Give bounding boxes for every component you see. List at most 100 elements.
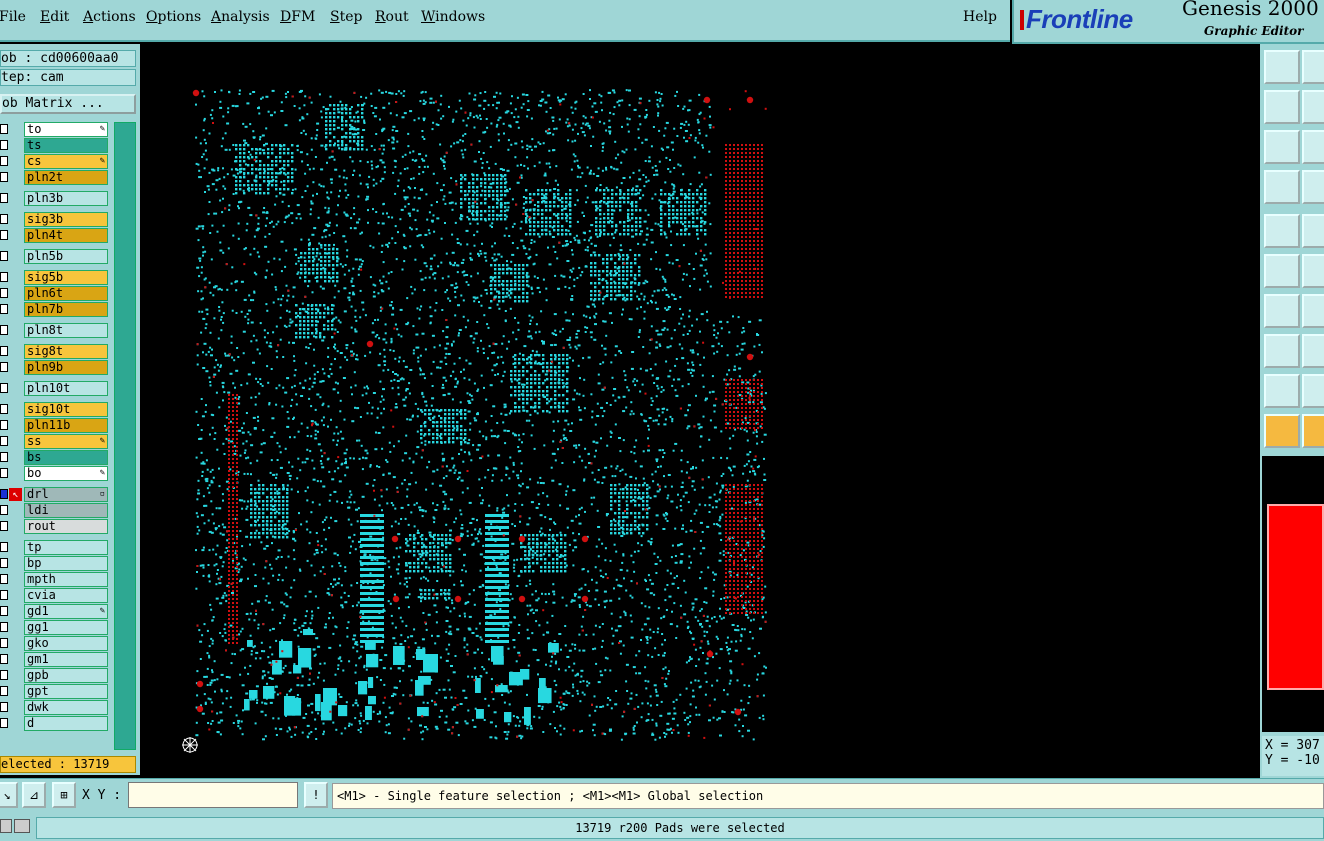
layer-name[interactable]: gg1 bbox=[24, 620, 108, 635]
menu-file[interactable]: File bbox=[0, 9, 26, 25]
layer-name[interactable]: pln6t bbox=[24, 286, 108, 301]
pcb-board-view[interactable] bbox=[140, 44, 1260, 778]
triangle-icon[interactable] bbox=[1264, 374, 1300, 408]
layer-checkbox[interactable] bbox=[0, 489, 8, 499]
layer-checkbox[interactable] bbox=[0, 214, 8, 224]
layer-name[interactable]: cvia bbox=[24, 588, 108, 603]
layer-checkbox[interactable] bbox=[0, 468, 8, 478]
layer-row-bp[interactable]: bp bbox=[0, 556, 112, 571]
layer-checkbox[interactable] bbox=[0, 288, 8, 298]
job-matrix-button[interactable]: ob Matrix ... bbox=[0, 94, 136, 114]
layer-row-tp[interactable]: tp bbox=[0, 540, 112, 555]
layer-checkbox[interactable] bbox=[0, 346, 8, 356]
measure-icon[interactable]: ⊿ bbox=[22, 782, 46, 808]
layer-name[interactable]: bp bbox=[24, 556, 108, 571]
layer-row-bo[interactable]: bo ✎ bbox=[0, 466, 112, 481]
layer-checkbox[interactable] bbox=[0, 606, 8, 616]
settings-icon[interactable] bbox=[1264, 170, 1300, 204]
layer-name[interactable]: pln8t bbox=[24, 323, 108, 338]
diag-icon[interactable] bbox=[1302, 294, 1324, 328]
layer-row-pln11b[interactable]: pln11b bbox=[0, 418, 112, 433]
layer-checkbox[interactable] bbox=[0, 505, 8, 515]
layer-checkbox[interactable] bbox=[0, 622, 8, 632]
layer-name[interactable]: ss ✎ bbox=[24, 434, 108, 449]
layer-name[interactable]: sig8t bbox=[24, 344, 108, 359]
layer-name[interactable]: gko bbox=[24, 636, 108, 651]
menu-help[interactable]: Help bbox=[963, 9, 997, 25]
layer-checkbox[interactable] bbox=[0, 686, 8, 696]
layer-name[interactable]: gpt bbox=[24, 684, 108, 699]
layer-checkbox[interactable] bbox=[0, 251, 8, 261]
layer-name[interactable]: gd1 ✎ bbox=[24, 604, 108, 619]
layer-name[interactable]: pln5b bbox=[24, 249, 108, 264]
layer-name[interactable]: sig5b bbox=[24, 270, 108, 285]
arrow-icon[interactable]: ↘ bbox=[0, 782, 18, 808]
layer-name[interactable]: bo ✎ bbox=[24, 466, 108, 481]
layer-row-sig3b[interactable]: sig3b bbox=[0, 212, 112, 227]
layer-row-pln8t[interactable]: pln8t bbox=[0, 323, 112, 338]
line-icon[interactable] bbox=[1264, 294, 1300, 328]
menu-step[interactable]: Step bbox=[330, 9, 362, 25]
layer-name[interactable]: pln7b bbox=[24, 302, 108, 317]
layer-checkbox[interactable] bbox=[0, 272, 8, 282]
layer-name[interactable]: pln11b bbox=[24, 418, 108, 433]
layer-row-cs[interactable]: cs ✎ bbox=[0, 154, 112, 169]
layer-name[interactable]: gpb bbox=[24, 668, 108, 683]
record-icon[interactable] bbox=[1302, 170, 1324, 204]
layer-row-mpth[interactable]: mpth bbox=[0, 572, 112, 587]
layer-name[interactable]: mpth bbox=[24, 572, 108, 587]
layer-row-sig5b[interactable]: sig5b bbox=[0, 270, 112, 285]
layer-checkbox[interactable] bbox=[0, 452, 8, 462]
layer-name[interactable]: pln2t bbox=[24, 170, 108, 185]
layer-row-ts[interactable]: ts bbox=[0, 138, 112, 153]
layer-name[interactable]: pln4t bbox=[24, 228, 108, 243]
move-left-icon[interactable] bbox=[1264, 90, 1300, 124]
layer-row-gg1[interactable]: gg1 bbox=[0, 620, 112, 635]
layer-row-ss[interactable]: ss ✎ bbox=[0, 434, 112, 449]
frame-icon[interactable] bbox=[1302, 90, 1324, 124]
layer-checkbox[interactable] bbox=[0, 140, 8, 150]
xy-input[interactable] bbox=[128, 782, 298, 808]
layer-row-ldi[interactable]: ldi bbox=[0, 503, 112, 518]
window-icon[interactable] bbox=[1302, 50, 1324, 84]
copy-icon[interactable] bbox=[1264, 50, 1300, 84]
layer-name[interactable]: pln9b bbox=[24, 360, 108, 375]
layer-name[interactable]: d bbox=[24, 716, 108, 731]
layer-name[interactable]: pln3b bbox=[24, 191, 108, 206]
layer-row-drl[interactable]: ↖ drl ▫ bbox=[0, 487, 112, 502]
menu-options[interactable]: Options bbox=[146, 9, 201, 25]
layer-row-sig8t[interactable]: sig8t bbox=[0, 344, 112, 359]
layer-checkbox[interactable] bbox=[0, 193, 8, 203]
layer-checkbox[interactable] bbox=[0, 558, 8, 568]
layer-checkbox[interactable] bbox=[0, 124, 8, 134]
arc-icon[interactable] bbox=[1302, 214, 1324, 248]
cross-icon[interactable] bbox=[1302, 254, 1324, 288]
layer-row-gpt[interactable]: gpt bbox=[0, 684, 112, 699]
layer-checkbox[interactable] bbox=[0, 542, 8, 552]
layer-row-pln10t[interactable]: pln10t bbox=[0, 381, 112, 396]
graphic-canvas[interactable] bbox=[140, 44, 1260, 778]
menu-rout[interactable]: Rout bbox=[375, 9, 409, 25]
layer-row-to[interactable]: to ✎ bbox=[0, 122, 112, 137]
layer-checkbox[interactable] bbox=[0, 304, 8, 314]
layer-name[interactable]: gm1 bbox=[24, 652, 108, 667]
layer-row-pln4t[interactable]: pln4t bbox=[0, 228, 112, 243]
menu-dfm[interactable]: DFM bbox=[280, 9, 315, 25]
layer-checkbox[interactable] bbox=[0, 230, 8, 240]
layer-row-cvia[interactable]: cvia bbox=[0, 588, 112, 603]
layer-name[interactable]: sig3b bbox=[24, 212, 108, 227]
layer-row-gpb[interactable]: gpb bbox=[0, 668, 112, 683]
layer-name[interactable]: dwk bbox=[24, 700, 108, 715]
layer-checkbox[interactable] bbox=[0, 574, 8, 584]
layer-checkbox[interactable] bbox=[0, 638, 8, 648]
menu-analysis[interactable]: Analysis bbox=[211, 9, 270, 25]
layer-row-pln7b[interactable]: pln7b bbox=[0, 302, 112, 317]
zoom-icon[interactable] bbox=[1302, 130, 1324, 164]
layer-row-sig10t[interactable]: sig10t bbox=[0, 402, 112, 417]
layer-checkbox[interactable] bbox=[0, 362, 8, 372]
layer-row-d[interactable]: d bbox=[0, 716, 112, 731]
dash-icon[interactable] bbox=[1302, 334, 1324, 368]
layer-checkbox[interactable] bbox=[0, 521, 8, 531]
layer-name[interactable]: drl ▫ bbox=[24, 487, 108, 502]
layer-row-pln2t[interactable]: pln2t bbox=[0, 170, 112, 185]
